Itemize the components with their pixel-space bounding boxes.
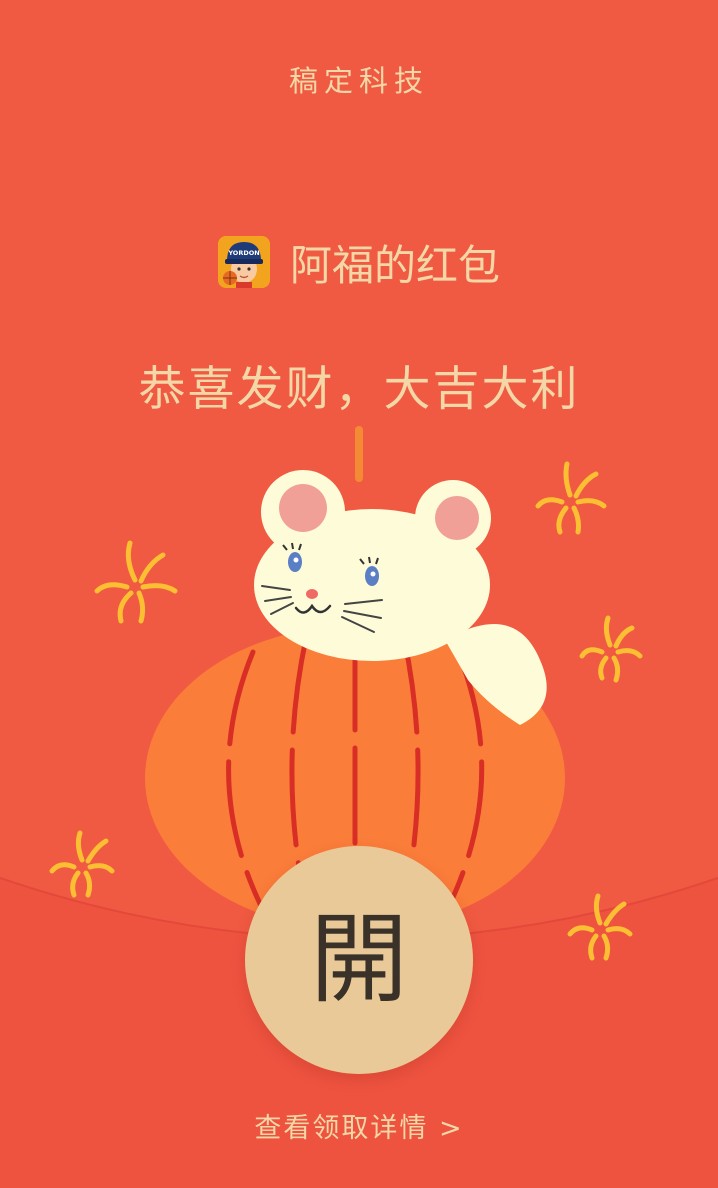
view-details-link[interactable]: 查看领取详情 > (0, 1106, 718, 1145)
open-button-label: 開 (309, 903, 408, 1017)
firework-icon (94, 540, 178, 624)
open-button[interactable]: 開 (245, 846, 473, 1074)
firework-icon (49, 830, 115, 898)
firework-icon (579, 615, 643, 683)
firework-icon (535, 461, 607, 535)
